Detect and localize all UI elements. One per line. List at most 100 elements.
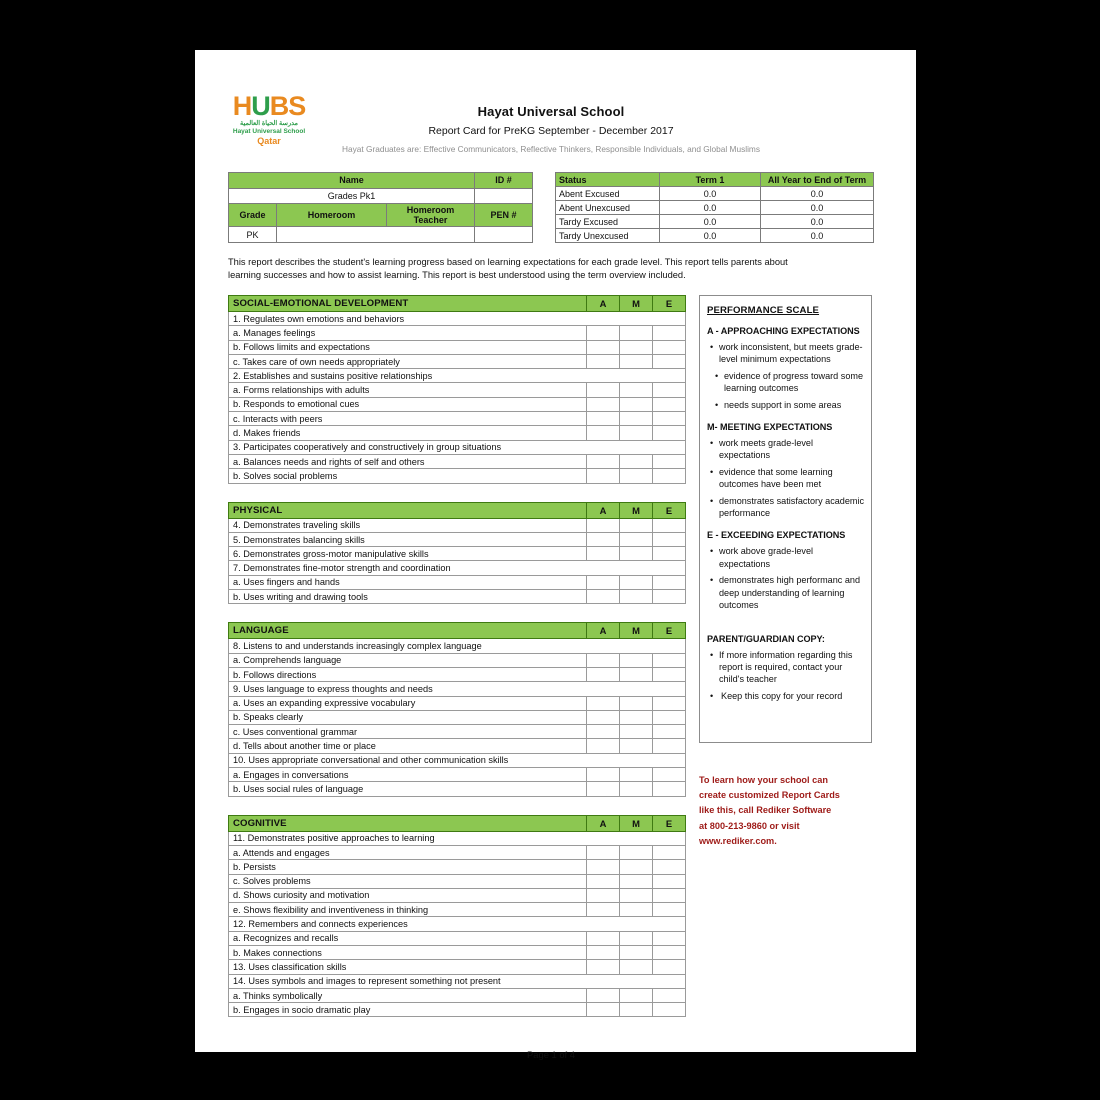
mark-cell-m[interactable] xyxy=(619,709,653,726)
mark-cell-e[interactable] xyxy=(652,453,686,470)
mark-cell-e[interactable] xyxy=(652,987,686,1004)
mark-cell-e[interactable] xyxy=(652,724,686,740)
mark-cell-a[interactable] xyxy=(586,425,620,441)
mark-cell-a[interactable] xyxy=(586,887,620,904)
mark-cell-e[interactable] xyxy=(652,531,686,548)
mark-cell-e[interactable] xyxy=(652,930,686,946)
mark-cell-m[interactable] xyxy=(619,873,653,889)
mark-cell-a[interactable] xyxy=(586,411,620,427)
mark-cell-m[interactable] xyxy=(619,468,653,484)
mark-cell-e[interactable] xyxy=(652,589,686,605)
mark-cell-m[interactable] xyxy=(619,767,653,783)
mark-cell-e[interactable] xyxy=(652,382,686,398)
mark-cell-e[interactable] xyxy=(652,709,686,726)
mark-cell-e[interactable] xyxy=(652,695,686,711)
mark-cell-e[interactable] xyxy=(652,1002,686,1018)
mark-cell-e[interactable] xyxy=(652,959,686,975)
mark-cell-a[interactable] xyxy=(586,873,620,889)
mark-cell-e[interactable] xyxy=(652,546,686,562)
pen-header: PEN # xyxy=(474,203,534,228)
mark-cell-e[interactable] xyxy=(652,887,686,904)
mark-cell-a[interactable] xyxy=(586,930,620,946)
mark-cell-m[interactable] xyxy=(619,695,653,711)
mark-cell-a[interactable] xyxy=(586,531,620,548)
mark-cell-a[interactable] xyxy=(586,944,620,961)
mark-cell-e[interactable] xyxy=(652,339,686,355)
mark-cell-e[interactable] xyxy=(652,396,686,413)
mark-cell-e[interactable] xyxy=(652,652,686,668)
mark-cell-m[interactable] xyxy=(619,652,653,668)
mark-cell-e[interactable] xyxy=(652,411,686,427)
mark-cell-a[interactable] xyxy=(586,859,620,875)
mark-cell-a[interactable] xyxy=(586,666,620,683)
mark-cell-m[interactable] xyxy=(619,517,653,533)
mark-cell-a[interactable] xyxy=(586,738,620,754)
mark-cell-a[interactable] xyxy=(586,724,620,740)
mark-cell-a[interactable] xyxy=(586,695,620,711)
mark-cell-m[interactable] xyxy=(619,339,653,355)
mark-cell-a[interactable] xyxy=(586,468,620,484)
mark-cell-a[interactable] xyxy=(586,589,620,605)
mark-cell-e[interactable] xyxy=(652,902,686,918)
mark-cell-a[interactable] xyxy=(586,959,620,975)
mark-cell-m[interactable] xyxy=(619,531,653,548)
mark-cell-e[interactable] xyxy=(652,767,686,783)
mark-cell-m[interactable] xyxy=(619,844,653,861)
mark-cell-e[interactable] xyxy=(652,859,686,875)
mark-cell-m[interactable] xyxy=(619,546,653,562)
mark-cell-a[interactable] xyxy=(586,709,620,726)
mark-cell-a[interactable] xyxy=(586,987,620,1004)
mark-cell-m[interactable] xyxy=(619,382,653,398)
mark-cell-a[interactable] xyxy=(586,546,620,562)
mark-cell-m[interactable] xyxy=(619,902,653,918)
mark-cell-e[interactable] xyxy=(652,738,686,754)
mark-cell-e[interactable] xyxy=(652,873,686,889)
mark-cell-m[interactable] xyxy=(619,930,653,946)
mark-cell-m[interactable] xyxy=(619,724,653,740)
mark-cell-a[interactable] xyxy=(586,353,620,370)
mark-cell-m[interactable] xyxy=(619,887,653,904)
mark-cell-a[interactable] xyxy=(586,574,620,591)
mark-cell-m[interactable] xyxy=(619,859,653,875)
mark-cell-a[interactable] xyxy=(586,517,620,533)
mark-cell-m[interactable] xyxy=(619,944,653,961)
mark-cell-m[interactable] xyxy=(619,411,653,427)
mark-cell-a[interactable] xyxy=(586,453,620,470)
mark-cell-e[interactable] xyxy=(652,353,686,370)
mark-cell-e[interactable] xyxy=(652,666,686,683)
mark-cell-a[interactable] xyxy=(586,1002,620,1018)
mark-cell-e[interactable] xyxy=(652,844,686,861)
mark-cell-a[interactable] xyxy=(586,382,620,398)
mark-cell-a[interactable] xyxy=(586,325,620,341)
mark-cell-e[interactable] xyxy=(652,468,686,484)
mark-cell-m[interactable] xyxy=(619,574,653,591)
mark-cell-m[interactable] xyxy=(619,453,653,470)
mark-cell-m[interactable] xyxy=(619,738,653,754)
standard-label: c. Uses conventional grammar xyxy=(228,724,587,740)
mark-cell-m[interactable] xyxy=(619,325,653,341)
mark-cell-e[interactable] xyxy=(652,574,686,591)
mark-cell-e[interactable] xyxy=(652,781,686,797)
mark-cell-m[interactable] xyxy=(619,1002,653,1018)
mark-cell-m[interactable] xyxy=(619,781,653,797)
mark-cell-m[interactable] xyxy=(619,353,653,370)
mark-cell-m[interactable] xyxy=(619,987,653,1004)
mark-cell-a[interactable] xyxy=(586,844,620,861)
mark-cell-a[interactable] xyxy=(586,339,620,355)
mark-cell-a[interactable] xyxy=(586,781,620,797)
performance-level-bullet: evidence of progress toward some learnin… xyxy=(707,370,865,395)
mark-cell-e[interactable] xyxy=(652,325,686,341)
mark-cell-m[interactable] xyxy=(619,589,653,605)
mark-cell-a[interactable] xyxy=(586,396,620,413)
mark-cell-m[interactable] xyxy=(619,959,653,975)
mark-cell-e[interactable] xyxy=(652,517,686,533)
mark-cell-m[interactable] xyxy=(619,425,653,441)
mark-cell-a[interactable] xyxy=(586,767,620,783)
mark-cell-m[interactable] xyxy=(619,666,653,683)
mark-cell-a[interactable] xyxy=(586,902,620,918)
mark-cell-e[interactable] xyxy=(652,944,686,961)
standard-label: b. Persists xyxy=(228,859,587,875)
mark-cell-m[interactable] xyxy=(619,396,653,413)
mark-cell-a[interactable] xyxy=(586,652,620,668)
mark-cell-e[interactable] xyxy=(652,425,686,441)
